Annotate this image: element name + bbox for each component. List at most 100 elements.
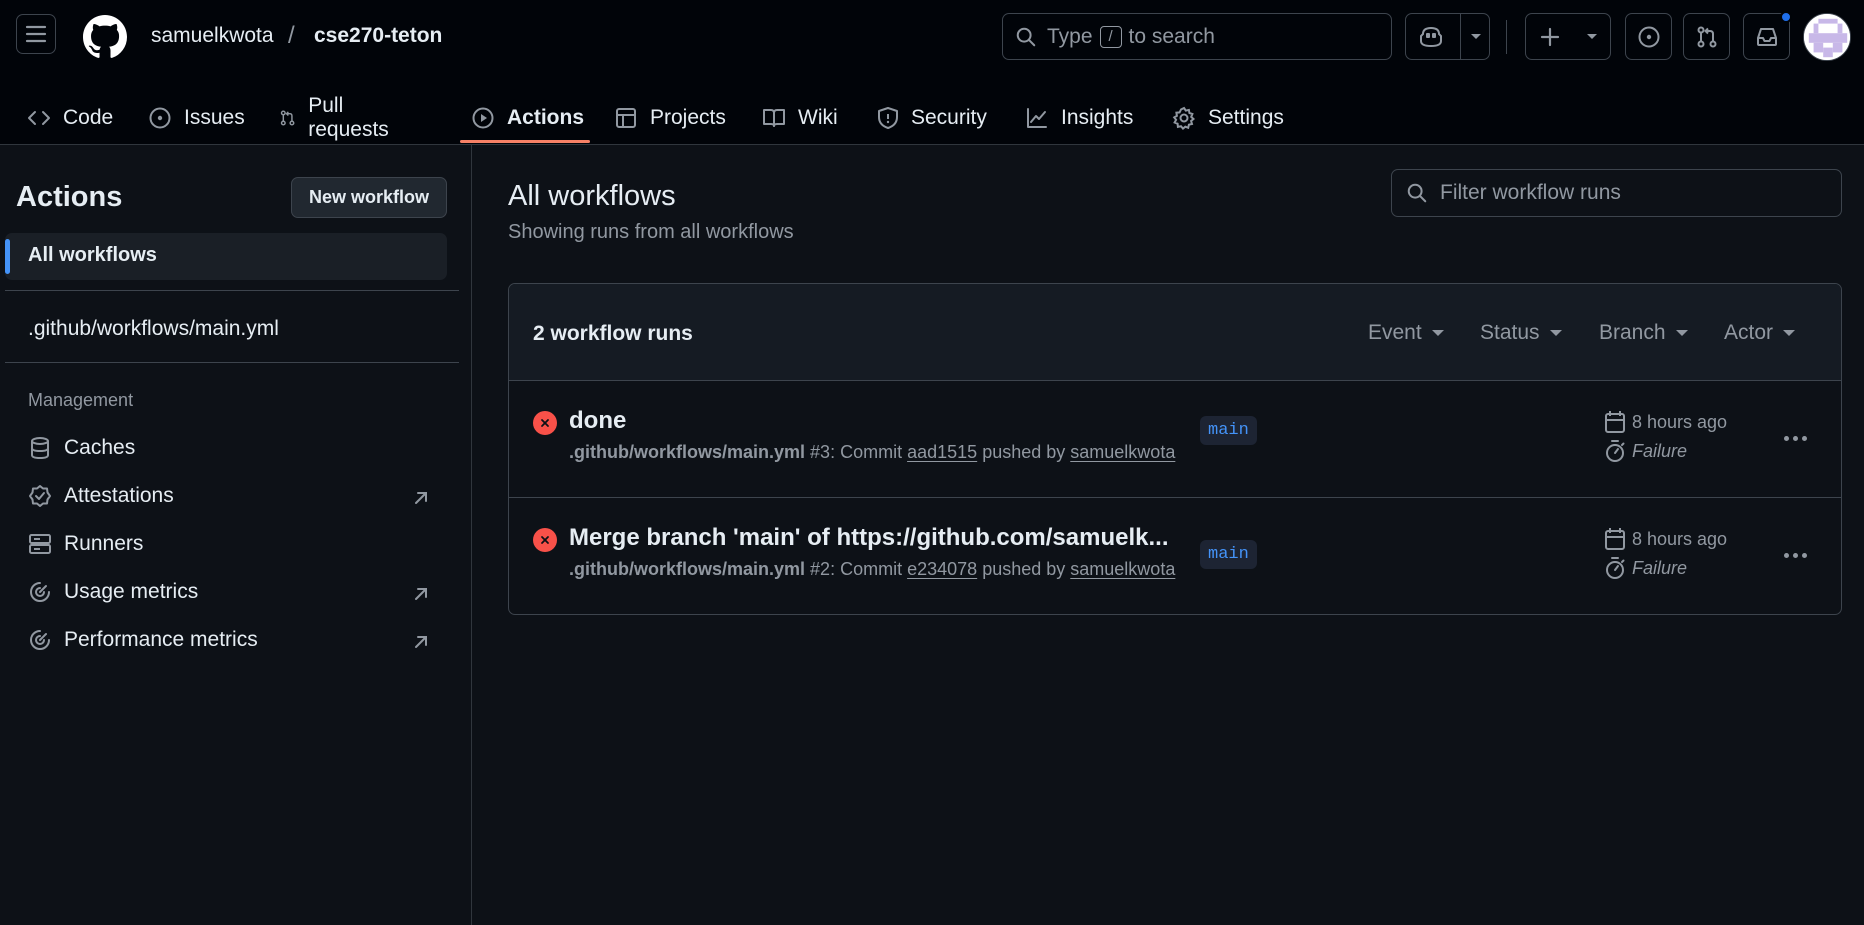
sidebar-item-workflow-main[interactable]: .github/workflows/main.yml (28, 317, 279, 341)
sidebar-item-runners[interactable]: Runners (28, 532, 143, 556)
menu-button[interactable] (16, 14, 56, 54)
sidebar-title: Actions (16, 181, 123, 213)
run-title[interactable]: done (569, 407, 626, 435)
meter-icon (30, 630, 50, 650)
workflow-run-row[interactable]: Merge branch 'main' of https://github.co… (509, 497, 1841, 613)
issues-button[interactable] (1625, 13, 1672, 60)
database-icon (31, 437, 49, 460)
sidebar-item-caches[interactable]: Caches (28, 436, 135, 460)
tab-insights[interactable]: Insights (1025, 90, 1133, 145)
tab-security[interactable]: Security (877, 90, 987, 145)
runs-count: 2 workflow runs (533, 322, 693, 345)
sidebar-item-label: Performance metrics (64, 628, 258, 651)
sidebar-item-attestations[interactable]: Attestations (28, 484, 174, 508)
kebab-horizontal-icon[interactable] (1784, 436, 1807, 441)
run-status-label: Failure (1632, 440, 1688, 461)
tab-pull-requests[interactable]: Pull requests (279, 90, 396, 145)
server-icon (29, 534, 51, 554)
tab-settings[interactable]: Settings (1172, 90, 1284, 145)
triangle-down-icon (1783, 330, 1796, 336)
pushed-by-text: pushed by (982, 442, 1066, 462)
triangle-down-icon (1549, 330, 1562, 336)
tab-label: Actions (507, 105, 585, 129)
workflow-runs-list: 2 workflow runs Event Status Branch Acto… (508, 283, 1842, 615)
tab-issues[interactable]: Issues (148, 90, 245, 145)
status-filter-dropdown[interactable]: Status (1480, 321, 1562, 345)
sidebar-item-label: .github/workflows/main.yml (28, 317, 279, 340)
run-meta: .github/workflows/main.yml #3: Commit aa… (569, 442, 1175, 463)
run-time-label: 8 hours ago (1632, 528, 1728, 549)
gear-icon (1172, 106, 1196, 130)
code-icon (28, 110, 50, 125)
sidebar-item-usage-metrics[interactable]: Usage metrics (28, 580, 198, 604)
tab-wiki[interactable]: Wiki (762, 90, 838, 145)
tab-projects[interactable]: Projects (614, 90, 726, 145)
search-icon (1016, 27, 1036, 46)
sidebar-item-performance-metrics[interactable]: Performance metrics (28, 628, 258, 652)
graph-icon (1027, 107, 1047, 128)
tab-code[interactable]: Code (27, 90, 113, 145)
sidebar-item-all-workflows[interactable]: All workflows (5, 233, 447, 280)
workflow-run-row[interactable]: done .github/workflows/main.yml #3: Comm… (509, 381, 1841, 497)
issue-opened-icon (1638, 26, 1659, 47)
calendar-icon (1605, 528, 1625, 550)
filter-label: Event (1368, 321, 1422, 344)
triangle-down-icon (1675, 330, 1688, 336)
event-filter-dropdown[interactable]: Event (1368, 321, 1444, 345)
run-time-label: 8 hours ago (1632, 411, 1728, 432)
global-search[interactable]: Type / to search (1002, 13, 1392, 60)
global-header: samuelkwota / cse270-teton Type / to sea… (0, 0, 1864, 145)
create-new-button[interactable] (1525, 13, 1611, 60)
verified-icon (29, 485, 51, 507)
branch-label[interactable]: main (1200, 540, 1257, 569)
branch-filter-dropdown[interactable]: Branch (1599, 321, 1688, 345)
chevron-down-icon[interactable] (1470, 33, 1482, 41)
page-title: All workflows (508, 180, 676, 212)
hamburger-icon (25, 25, 47, 43)
copilot-button[interactable] (1405, 13, 1490, 60)
commit-prefix: : Commit (830, 442, 903, 462)
tab-label: Code (63, 105, 114, 129)
notification-indicator (1780, 11, 1792, 23)
breadcrumb-owner[interactable]: samuelkwota (151, 24, 274, 48)
github-logo-icon[interactable] (83, 15, 127, 59)
play-icon (472, 107, 494, 128)
breadcrumb-separator: / (288, 22, 295, 49)
breadcrumb-repo[interactable]: cse270-teton (314, 24, 442, 48)
search-shortcut-key: / (1099, 25, 1122, 48)
triangle-down-icon (1431, 330, 1444, 336)
commit-prefix: : Commit (830, 559, 903, 579)
tab-label: Issues (184, 105, 245, 129)
link-external-icon (415, 492, 427, 504)
commit-link[interactable]: aad1515 (907, 442, 977, 462)
actor-filter-dropdown[interactable]: Actor (1724, 321, 1796, 345)
sidebar-item-label: Usage metrics (64, 580, 199, 603)
header-divider (1506, 20, 1507, 54)
search-suffix: to search (1128, 24, 1215, 48)
commit-link[interactable]: e234078 (907, 559, 977, 579)
page-subtitle: Showing runs from all workflows (508, 221, 794, 243)
sidebar-item-label: Caches (64, 436, 136, 459)
branch-label[interactable]: main (1200, 416, 1257, 445)
filter-label: Branch (1599, 321, 1666, 344)
run-meta: .github/workflows/main.yml #2: Commit e2… (569, 559, 1175, 580)
tab-actions[interactable]: Actions (471, 90, 584, 145)
filter-placeholder: Filter workflow runs (1440, 181, 1621, 204)
tab-label: Insights (1061, 105, 1134, 129)
filter-workflow-runs-input[interactable]: Filter workflow runs (1391, 169, 1842, 217)
git-pull-request-icon (1697, 26, 1716, 47)
author-link[interactable]: samuelkwota (1070, 559, 1175, 579)
sidebar-item-label: All workflows (28, 244, 157, 266)
link-external-icon (415, 588, 427, 600)
run-title[interactable]: Merge branch 'main' of https://github.co… (569, 524, 1168, 552)
runs-list-header: 2 workflow runs Event Status Branch Acto… (509, 284, 1841, 381)
run-status: Failure (1604, 556, 1687, 580)
author-link[interactable]: samuelkwota (1070, 442, 1175, 462)
avatar[interactable] (1803, 13, 1851, 61)
pull-requests-button[interactable] (1683, 13, 1730, 60)
kebab-horizontal-icon[interactable] (1784, 553, 1807, 558)
shield-icon (878, 106, 898, 129)
run-status-label: Failure (1632, 557, 1688, 578)
new-workflow-button[interactable]: New workflow (291, 177, 447, 218)
tab-label: Settings (1208, 105, 1284, 129)
